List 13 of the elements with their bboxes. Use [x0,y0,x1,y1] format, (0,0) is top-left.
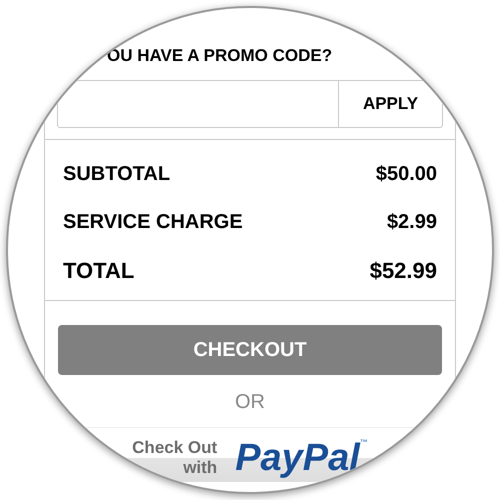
promo-field[interactable]: APPLY [57,80,443,128]
summary-label: TOTAL [63,256,134,284]
apply-button[interactable]: APPLY [338,81,442,127]
summary-label: SUBTOTAL [63,162,170,187]
checkout-button[interactable]: CHECKOUT [58,325,442,375]
or-separator: OR [235,390,265,415]
summary-amount: $50.00 [376,162,437,187]
summary-amount: $2.99 [386,210,437,235]
paypal-caption: with [183,458,218,478]
paypal-logo: PayPal™ [235,439,368,477]
summary-amount: $52.99 [370,256,437,284]
paypal-caption: Check Out [132,438,218,458]
summary-label: SERVICE CHARGE [63,210,243,235]
